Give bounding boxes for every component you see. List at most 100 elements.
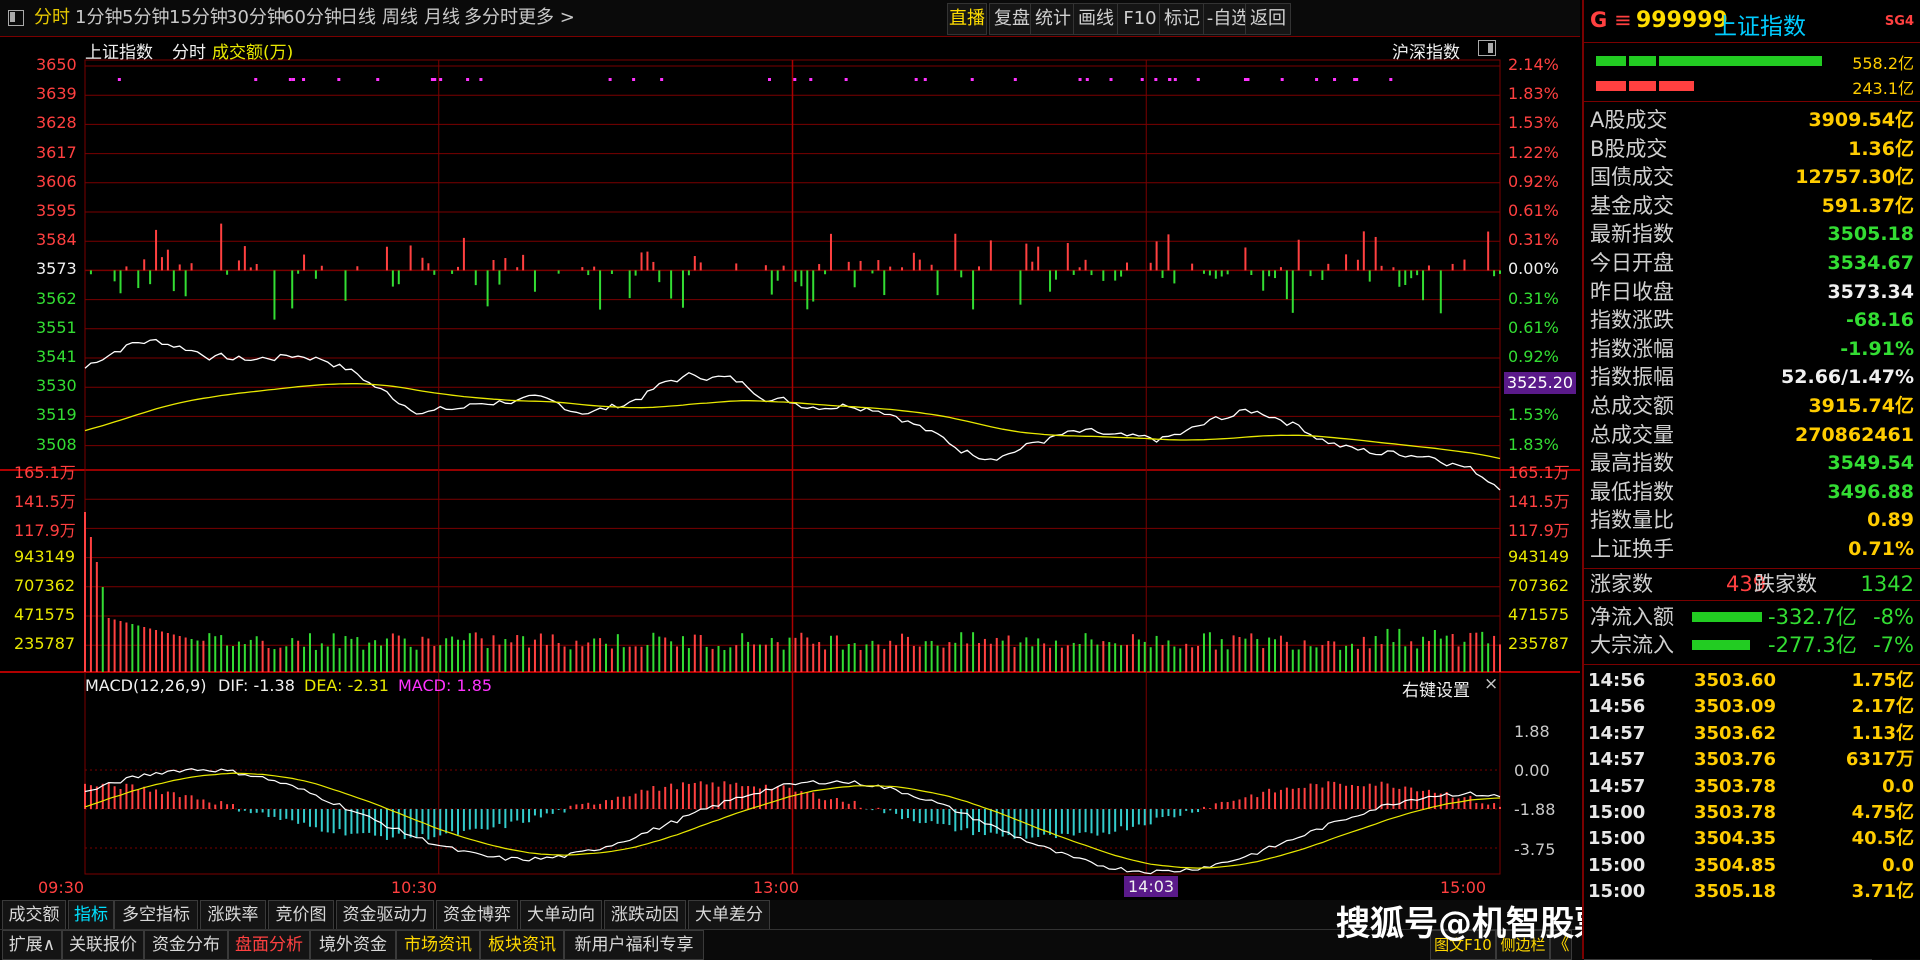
tab-1min[interactable]: 1分钟	[75, 0, 122, 36]
chart-mode: 分时	[172, 43, 206, 63]
tab-new-user-benefit[interactable]: 新用户福利专享	[564, 930, 704, 960]
quote-row: 总成交额 3915.74亿	[1584, 392, 1920, 420]
live-button[interactable]: 直播	[947, 3, 987, 35]
quote-value: 3549.54	[1827, 452, 1914, 475]
tab-fund-distribution[interactable]: 资金分布	[144, 930, 228, 960]
f10-button[interactable]: F10	[1117, 3, 1163, 35]
tab-large-order-diff[interactable]: 大单差分	[688, 900, 770, 930]
tab-fund-game[interactable]: 资金博弈	[436, 900, 518, 930]
percent-tick-right: 1.83%	[1508, 84, 1559, 104]
signal-dot	[1280, 78, 1284, 81]
signal-dot	[117, 78, 121, 81]
tick-time: 15:00	[1588, 828, 1646, 850]
macd-tick: -1.88	[1514, 800, 1556, 819]
panel-toggle-icon[interactable]	[1478, 40, 1496, 56]
tab-foreign-fund[interactable]: 境外资金	[310, 930, 396, 960]
quote-row: 昨日收盘 3573.34	[1584, 278, 1920, 306]
market-tag[interactable]: 沪深指数	[1392, 38, 1460, 63]
tab-turnover[interactable]: 成交额	[2, 900, 66, 930]
tab-rise-fall-cause[interactable]: 涨跌动因	[604, 900, 686, 930]
signal-dot	[1353, 78, 1357, 81]
tab-15min[interactable]: 15分钟	[169, 0, 228, 36]
quote-value: 3915.74亿	[1808, 395, 1914, 417]
tick-time: 15:00	[1588, 881, 1646, 903]
close-icon[interactable]: ×	[1484, 674, 1498, 694]
quote-row: 指数涨跌 -68.16	[1584, 306, 1920, 334]
signal-dot	[1078, 78, 1082, 81]
macd-dif: DIF: -1.38	[218, 676, 295, 695]
tab-related-quote[interactable]: 关联报价	[62, 930, 144, 960]
signal-dot	[1196, 78, 1200, 81]
tab-multi-fenshi[interactable]: 多分时	[464, 0, 518, 36]
signal-dot	[660, 78, 664, 81]
price-tick-left: 3639	[36, 84, 77, 104]
tab-5min[interactable]: 5分钟	[122, 0, 169, 36]
tab-monthly[interactable]: 月线	[424, 0, 460, 36]
price-tick-left: 3551	[36, 317, 77, 337]
tick-amount: 4.75亿	[1851, 802, 1914, 823]
time-label-1030: 10:30	[391, 878, 438, 897]
tab-fenshi[interactable]: 分时	[34, 0, 70, 36]
tab-expand[interactable]: 扩展∧	[2, 930, 62, 960]
tab-fund-drive[interactable]: 资金驱动力	[336, 900, 434, 930]
tick-time: 14:57	[1588, 775, 1646, 797]
tab-auction[interactable]: 竞价图	[268, 900, 334, 930]
quote-label: 最高指数	[1590, 451, 1674, 476]
tick-price: 3504.35	[1694, 828, 1776, 850]
price-tick-left: 3508	[36, 434, 77, 454]
volume-tick-right: 235787	[1508, 634, 1570, 654]
tick-price: 3503.78	[1694, 775, 1776, 797]
draw-line-button[interactable]: 画线	[1073, 3, 1119, 35]
period-toolbar: 分时 1分钟 5分钟 15分钟 30分钟 60分钟 日线 周线 月线 多分时 更…	[0, 0, 1580, 37]
tick-price: 3505.18	[1694, 881, 1776, 903]
price-tick-left: 3530	[36, 376, 77, 396]
replay-button[interactable]: 复盘	[989, 3, 1035, 35]
tick-row: 14:57 3503.76 6317万	[1584, 746, 1920, 773]
signal-dot	[1085, 78, 1089, 81]
chart-metric[interactable]: 成交额(万)	[212, 38, 293, 63]
tab-sector-news[interactable]: 板块资讯	[480, 930, 564, 960]
signal-dot	[1109, 78, 1113, 81]
logo-icon: G	[1590, 8, 1608, 32]
signal-dot	[439, 78, 443, 81]
chart-canvas[interactable]	[0, 36, 1580, 886]
menu-icon[interactable]: ≡	[1614, 8, 1632, 32]
tab-30min[interactable]: 30分钟	[226, 0, 285, 36]
percent-tick-right: 0.31%	[1508, 288, 1559, 308]
signal-dot	[809, 78, 813, 81]
signal-dot	[292, 78, 296, 81]
more-periods-button[interactable]: 更多 >	[518, 0, 575, 36]
tab-large-order[interactable]: 大单动向	[520, 900, 602, 930]
quote-label: 最新指数	[1590, 222, 1674, 247]
tab-rise-fall-rate[interactable]: 涨跌率	[200, 900, 266, 930]
tick-amount: 1.13亿	[1851, 722, 1914, 744]
tab-long-short[interactable]: 多空指标	[114, 900, 198, 930]
mark-button[interactable]: 标记	[1159, 3, 1205, 35]
signal-dot	[1013, 78, 1017, 81]
macd-tick: 0.00	[1514, 761, 1550, 780]
tab-market-analysis[interactable]: 盘面分析	[228, 930, 310, 960]
tick-row: 14:57 3503.78 0.0	[1584, 773, 1920, 800]
stats-button[interactable]: 统计	[1030, 3, 1076, 35]
tab-market-news[interactable]: 市场资讯	[396, 930, 480, 960]
tick-price: 3503.78	[1694, 802, 1776, 823]
price-tick-left: 3628	[36, 113, 77, 133]
quote-value: 52.66/1.47%	[1781, 366, 1914, 389]
tab-60min[interactable]: 60分钟	[283, 0, 342, 36]
signal-dot	[466, 78, 470, 81]
quote-row: 指数振幅 52.66/1.47%	[1584, 363, 1920, 391]
signal-dot	[1243, 78, 1247, 81]
tick-time: 14:56	[1588, 696, 1646, 718]
time-label-open: 09:30	[38, 878, 85, 897]
tab-weekly[interactable]: 周线	[382, 0, 418, 36]
macd-settings[interactable]: 右键设置	[1402, 676, 1470, 701]
signal-dot	[923, 78, 927, 81]
quote-value: -1.91%	[1840, 337, 1914, 360]
quote-value: 3909.54亿	[1808, 109, 1914, 131]
back-button[interactable]: 返回	[1245, 3, 1291, 35]
window-icon[interactable]	[6, 0, 24, 36]
tick-amount: 40.5亿	[1851, 828, 1914, 850]
tab-indicator[interactable]: 指标	[68, 900, 114, 930]
tab-daily[interactable]: 日线	[340, 0, 376, 36]
percent-tick-right: 1.53%	[1508, 113, 1559, 133]
